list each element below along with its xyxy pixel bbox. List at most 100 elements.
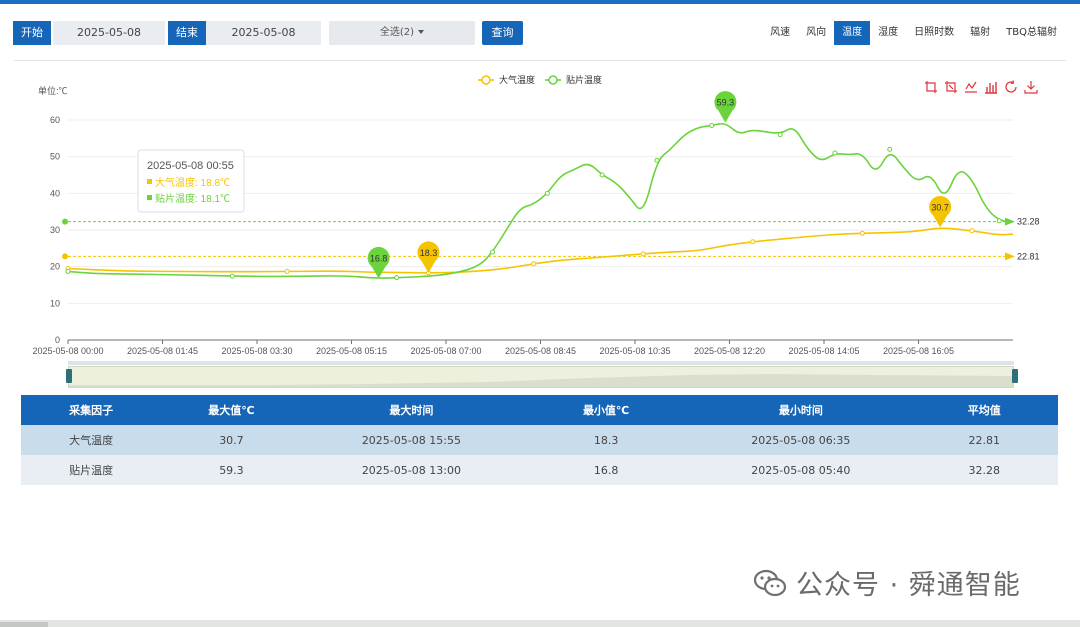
x-tick-label: 2025-05-08 10:35 xyxy=(599,346,670,356)
data-point xyxy=(750,239,756,245)
bottom-scrollbar-thumb[interactable] xyxy=(0,622,48,627)
data-point xyxy=(599,172,605,178)
tab-radiation[interactable]: 辐射 xyxy=(962,21,998,45)
bar-chart-icon[interactable] xyxy=(984,79,998,94)
series-line-atmos xyxy=(67,227,1014,274)
average-start-dot xyxy=(62,253,68,260)
data-point xyxy=(544,190,550,196)
tab-sunshine-hours[interactable]: 日照时数 xyxy=(906,21,962,45)
x-tick-label: 2025-05-08 14:05 xyxy=(788,346,859,356)
col-header: 最小值℃ xyxy=(521,395,692,425)
legend-label: 贴片温度 xyxy=(566,74,602,85)
table-cell: 32.28 xyxy=(910,455,1058,485)
x-tick-label: 2025-05-08 12:20 xyxy=(694,346,765,356)
zoom-reset-icon[interactable] xyxy=(944,79,958,93)
average-label: 22.81 xyxy=(1017,251,1040,261)
marker-label: 30.7 xyxy=(931,202,949,212)
col-header: 采集因子 xyxy=(21,395,162,425)
tooltip-value: 贴片温度: 18.1℃ xyxy=(155,192,230,205)
restore-icon[interactable] xyxy=(1004,79,1018,93)
table-cell: 贴片温度 xyxy=(21,455,162,485)
col-header: 最小时间 xyxy=(691,395,911,425)
table-cell: 2025-05-08 05:40 xyxy=(691,455,911,485)
average-start-dot xyxy=(62,218,68,225)
metric-tabs: 风速 风向 温度 湿度 日照时数 辐射 TBQ总辐射 xyxy=(762,21,1065,45)
average-arrow xyxy=(1005,252,1015,261)
marker-patch-max: 59.3 xyxy=(714,91,737,123)
x-tick-label: 2025-05-08 01:45 xyxy=(127,346,198,356)
data-point xyxy=(640,251,646,257)
legend-label: 大气温度 xyxy=(499,74,535,85)
marker-label: 16.8 xyxy=(370,253,388,263)
zoom-icon[interactable] xyxy=(924,79,938,93)
top-accent-line xyxy=(0,0,1080,4)
zoom-slider-preview xyxy=(69,374,1013,387)
zoom-slider[interactable] xyxy=(68,366,1014,388)
end-label: 结束 xyxy=(168,21,206,45)
marker-atmos-max: 30.7 xyxy=(929,195,952,228)
y-tick-label: 20 xyxy=(50,262,60,272)
tab-humidity[interactable]: 湿度 xyxy=(870,21,906,45)
factor-select-value: 全选(2) xyxy=(379,27,415,38)
watermark-text: 公众号 · 舜通智能 xyxy=(796,570,1021,601)
marker-patch-min: 16.8 xyxy=(367,246,390,279)
table-cell: 22.81 xyxy=(910,425,1058,455)
data-point xyxy=(969,228,975,234)
table-cell: 18.3 xyxy=(521,425,692,455)
download-icon[interactable] xyxy=(1024,79,1038,94)
data-point xyxy=(832,150,838,156)
y-tick-label: 30 xyxy=(50,225,60,235)
table-cell: 2025-05-08 15:55 xyxy=(301,425,522,455)
data-point xyxy=(777,132,783,138)
x-tick-label: 2025-05-08 05:15 xyxy=(316,346,387,356)
x-tick-label: 2025-05-08 08:45 xyxy=(505,346,576,356)
end-date-input[interactable]: 2025-05-08 xyxy=(206,21,321,45)
data-point xyxy=(490,249,496,255)
x-tick-label: 2025-05-08 16:05 xyxy=(883,346,954,356)
wechat-icon xyxy=(753,569,787,596)
y-tick-label: 60 xyxy=(50,115,60,125)
x-tick-label: 2025-05-08 03:30 xyxy=(221,346,292,356)
col-header: 平均值 xyxy=(910,395,1058,425)
tooltip-time: 2025-05-08 00:55 xyxy=(147,160,234,172)
caret-down-icon xyxy=(418,30,425,34)
table-cell: 2025-05-08 13:00 xyxy=(301,455,522,485)
legend-symbol xyxy=(481,75,491,85)
data-point xyxy=(859,230,865,236)
tab-tbq-radiation[interactable]: TBQ总辐射 xyxy=(998,21,1065,45)
table-row: 大气温度 30.7 2025-05-08 15:55 18.3 2025-05-… xyxy=(21,425,1058,455)
tab-wind-direction[interactable]: 风向 xyxy=(798,21,834,45)
table-cell: 2025-05-08 06:35 xyxy=(691,425,911,455)
y-tick-label: 50 xyxy=(50,152,60,162)
tab-wind-speed[interactable]: 风速 xyxy=(762,21,798,45)
data-point xyxy=(284,268,290,274)
data-point xyxy=(394,275,400,281)
table-cell: 30.7 xyxy=(161,425,302,455)
y-unit-label: 单位:℃ xyxy=(38,85,68,96)
average-label: 32.28 xyxy=(1017,217,1040,227)
temperature-chart: 单位:℃ 0 10 20 30 40 50 60 2025-05-08 00:00 2025-05… xyxy=(32,74,1040,356)
bottom-scrollbar[interactable] xyxy=(0,620,1080,627)
tooltip-dot-atmos xyxy=(147,179,152,184)
tab-temperature[interactable]: 温度 xyxy=(834,21,871,45)
data-point xyxy=(531,261,537,267)
y-tick-label: 40 xyxy=(50,188,60,198)
y-tick-label: 0 xyxy=(55,335,60,345)
marker-label: 59.3 xyxy=(717,98,735,108)
table-cell: 大气温度 xyxy=(21,425,162,455)
start-date-input[interactable]: 2025-05-08 xyxy=(53,21,165,45)
data-point xyxy=(887,146,893,152)
factor-select[interactable]: 全选(2) xyxy=(329,21,475,45)
x-tick-label: 2025-05-08 00:00 xyxy=(32,346,103,356)
data-point xyxy=(996,218,1002,224)
zoom-handle-right[interactable] xyxy=(1012,369,1018,383)
query-button[interactable]: 查询 xyxy=(482,21,523,45)
data-point xyxy=(709,123,715,128)
zoom-handle-left[interactable] xyxy=(66,369,72,383)
line-chart-icon[interactable] xyxy=(964,79,978,93)
zoom-slider-track xyxy=(68,361,1014,365)
chart-toolbox xyxy=(924,79,1038,94)
y-tick-label: 10 xyxy=(50,298,60,308)
watermark: 公众号 · 舜通智能 xyxy=(752,563,1021,602)
col-header: 最大时间 xyxy=(301,395,522,425)
